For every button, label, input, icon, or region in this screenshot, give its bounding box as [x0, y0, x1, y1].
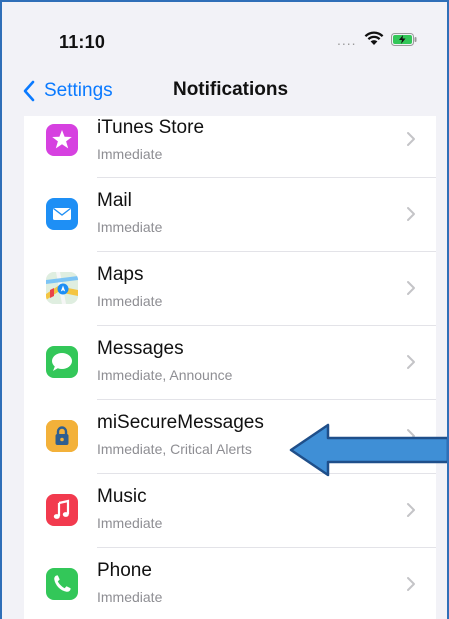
app-name: miSecureMessages — [97, 412, 264, 433]
navigation-bar: Settings Notifications — [2, 64, 447, 118]
list-item-mail[interactable]: Mail Immediate — [24, 178, 436, 252]
status-bar: 11:10 .... — [2, 2, 447, 64]
app-name: Mail — [97, 190, 132, 211]
annotation-arrow-icon — [289, 423, 447, 477]
app-name: Phone — [97, 560, 152, 581]
list-item-messages[interactable]: Messages Immediate, Announce — [24, 326, 436, 400]
list-item-phone[interactable]: Phone Immediate — [24, 548, 436, 619]
wifi-icon — [364, 31, 384, 45]
battery-charging-icon — [391, 33, 417, 46]
app-notification-detail: Immediate — [97, 293, 163, 309]
app-name: Maps — [97, 264, 144, 285]
star-icon — [46, 124, 78, 156]
chevron-right-icon — [407, 132, 415, 146]
app-notification-detail: Immediate — [97, 515, 163, 531]
screenshot-frame: 11:10 .... Settings Notifications iTunes… — [0, 0, 449, 619]
list-item-maps[interactable]: Maps Immediate — [24, 252, 436, 326]
status-time: 11:10 — [59, 32, 106, 52]
app-notification-detail: Immediate — [97, 219, 163, 235]
chevron-right-icon — [407, 207, 415, 221]
app-name: iTunes Store — [97, 117, 205, 138]
app-notification-list: iTunes Store Immediate Mail Immediate Ma… — [24, 116, 436, 619]
map-icon — [46, 272, 78, 304]
app-notification-detail: Immediate — [97, 589, 163, 605]
list-item-music[interactable]: Music Immediate — [24, 474, 436, 548]
chevron-right-icon — [407, 281, 415, 295]
app-name: Music — [97, 486, 147, 507]
chevron-right-icon — [407, 503, 415, 517]
app-name: Messages — [97, 338, 184, 359]
speech-bubble-icon — [46, 346, 78, 378]
chevron-right-icon — [407, 577, 415, 591]
app-notification-detail: Immediate, Announce — [97, 367, 233, 383]
chevron-right-icon — [407, 355, 415, 369]
page-title: Notifications — [172, 79, 289, 100]
app-notification-detail: Immediate — [97, 146, 163, 162]
app-notification-detail: Immediate, Critical Alerts — [97, 441, 252, 457]
cellular-signal-icon: .... — [337, 32, 357, 48]
music-note-icon — [46, 494, 78, 526]
phone-icon — [46, 568, 78, 600]
envelope-icon — [46, 198, 78, 230]
lock-icon — [46, 420, 78, 452]
